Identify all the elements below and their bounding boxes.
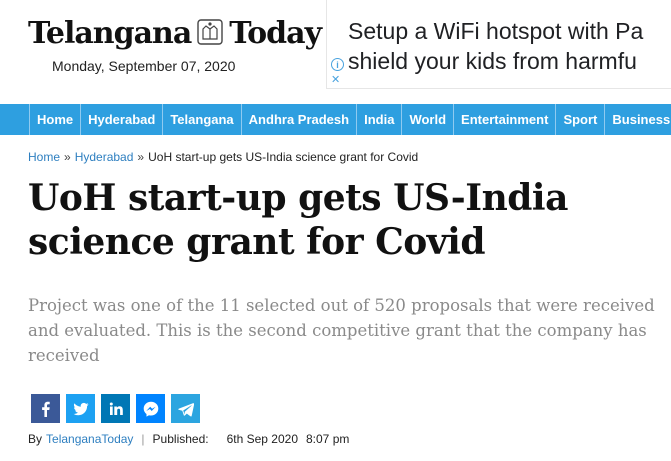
published-date: 6th Sep 2020 <box>226 432 298 446</box>
logo-text-right: Today <box>229 16 322 51</box>
share-buttons <box>31 394 200 423</box>
ad-text[interactable]: Setup a WiFi hotspot with Pa shield your… <box>348 16 643 76</box>
masthead-date: Monday, September 07, 2020 <box>52 58 236 74</box>
breadcrumb-current: UoH start-up gets US-India science grant… <box>148 150 419 164</box>
breadcrumb-home[interactable]: Home <box>28 150 60 164</box>
twitter-icon <box>72 402 88 415</box>
breadcrumb: Home» Hyderabad» UoH start-up gets US-Indi… <box>28 150 418 164</box>
advertisement[interactable]: Setup a WiFi hotspot with Pa shield your… <box>326 0 671 89</box>
site-logo[interactable]: Telangana Today <box>28 14 322 54</box>
logo-text-left: Telangana <box>28 16 192 51</box>
published-time: 8:07 pm <box>306 432 350 446</box>
byline-by: By <box>28 432 43 446</box>
article-title: UoH start-up gets US-India science grant… <box>28 177 568 263</box>
nav-item-andhra-pradesh[interactable]: Andhra Pradesh <box>242 104 358 135</box>
ad-close-icon[interactable]: ✕ <box>331 74 340 86</box>
messenger-icon <box>143 401 158 417</box>
share-facebook-button[interactable] <box>31 394 60 423</box>
linkedin-icon <box>109 402 123 415</box>
breadcrumb-section[interactable]: Hyderabad <box>75 150 134 164</box>
nav-item-business[interactable]: Business <box>605 104 671 135</box>
published-label: Published: <box>152 432 209 446</box>
breadcrumb-separator: » <box>64 150 71 164</box>
author-link[interactable]: TelanganaToday <box>46 432 133 446</box>
nav-item-india[interactable]: India <box>357 104 403 135</box>
nav-item-telangana[interactable]: Telangana <box>163 104 242 135</box>
facebook-icon <box>41 401 50 417</box>
article-summary: Project was one of the 11 selected out o… <box>28 296 655 365</box>
byline-divider: | <box>141 432 145 446</box>
share-telegram-button[interactable] <box>171 394 200 423</box>
byline: By TelanganaToday | Published: 6th Sep 2… <box>28 432 349 446</box>
nav-item-home[interactable]: Home <box>29 104 82 135</box>
ad-line-1: Setup a WiFi hotspot with Pa <box>348 18 644 44</box>
telegram-icon <box>177 402 194 416</box>
emblem-icon <box>197 19 223 45</box>
share-linkedin-button[interactable] <box>101 394 130 423</box>
share-twitter-button[interactable] <box>66 394 95 423</box>
ad-info-icon[interactable]: i <box>331 58 344 71</box>
ad-line-2: shield your kids from harmfu <box>348 48 637 74</box>
nav-item-world[interactable]: World <box>402 104 455 135</box>
main-nav: Home Hyderabad Telangana Andhra Pradesh … <box>0 104 671 135</box>
nav-item-hyderabad[interactable]: Hyderabad <box>81 104 164 135</box>
breadcrumb-separator: » <box>137 150 145 164</box>
share-messenger-button[interactable] <box>136 394 165 423</box>
nav-item-sport[interactable]: Sport <box>556 104 606 135</box>
nav-item-entertainment[interactable]: Entertainment <box>454 104 557 135</box>
